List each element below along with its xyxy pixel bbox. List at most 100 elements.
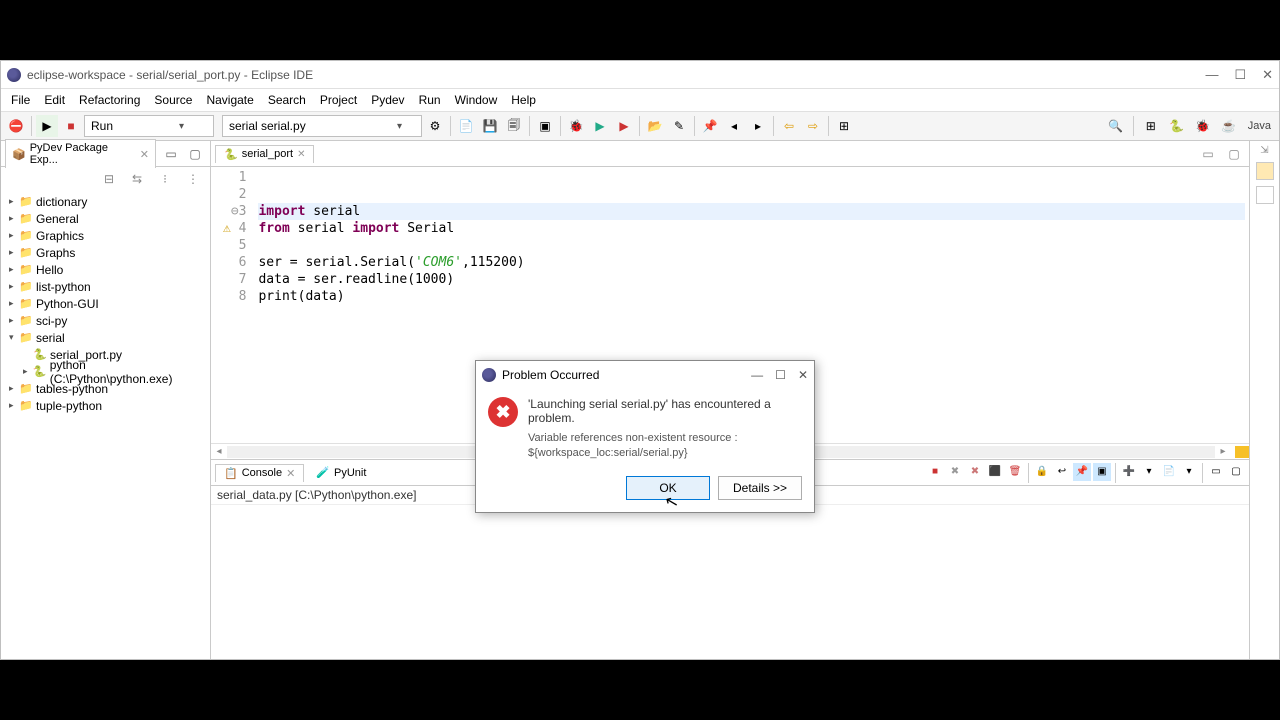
- close-icon[interactable]: ✕: [286, 467, 295, 480]
- terminal-button[interactable]: ▣: [534, 115, 556, 137]
- dialog-titlebar: Problem Occurred — ☐ ✕: [476, 361, 814, 389]
- package-explorer-tab[interactable]: 📦 PyDev Package Exp... ✕: [5, 139, 156, 168]
- perspective-label: Java: [1244, 120, 1275, 132]
- coverage-button[interactable]: ▶: [613, 115, 635, 137]
- tasks-view-button[interactable]: [1256, 186, 1274, 204]
- menu-run[interactable]: Run: [413, 91, 447, 109]
- link-editor-button[interactable]: ⇆: [126, 168, 148, 190]
- forward-button[interactable]: ⇨: [802, 115, 824, 137]
- stop-button[interactable]: ■: [60, 115, 82, 137]
- edit-button[interactable]: ✎: [668, 115, 690, 137]
- console-dropdown-button[interactable]: ▾: [1180, 463, 1198, 481]
- package-explorer-tab-bar: 📦 PyDev Package Exp... ✕ ▭ ▢: [1, 141, 210, 167]
- outline-view-button[interactable]: [1256, 162, 1274, 180]
- minimize-console-button[interactable]: ▭: [1207, 463, 1225, 481]
- terminate-all-button[interactable]: ⬛: [986, 463, 1004, 481]
- tree-folder[interactable]: ▸📁Graphics: [1, 227, 210, 244]
- tree-folder[interactable]: ▸🐍python (C:\Python\python.exe): [1, 363, 210, 380]
- tree-folder[interactable]: ▸📁Python-GUI: [1, 295, 210, 312]
- menu-edit[interactable]: Edit: [38, 91, 71, 109]
- close-icon[interactable]: ✕: [140, 148, 149, 161]
- tree-folder[interactable]: ▸📁list-python: [1, 278, 210, 295]
- console-output[interactable]: [211, 505, 1249, 659]
- perspective-debug-button[interactable]: 🐞: [1192, 115, 1214, 137]
- close-icon[interactable]: ✕: [297, 149, 305, 160]
- open-console-button[interactable]: ➕: [1120, 463, 1138, 481]
- debug-button[interactable]: 🐞: [565, 115, 587, 137]
- terminate-button[interactable]: ■: [926, 463, 944, 481]
- minimize-button[interactable]: —: [1205, 67, 1218, 83]
- perspective-button[interactable]: ⊞: [833, 115, 855, 137]
- menu-source[interactable]: Source: [148, 91, 198, 109]
- tree-folder[interactable]: ▸📁Graphs: [1, 244, 210, 261]
- maximize-view-button[interactable]: ▢: [184, 143, 206, 165]
- minimize-view-button[interactable]: ▭: [160, 143, 182, 165]
- gear-icon[interactable]: ⚙: [424, 115, 446, 137]
- tree-folder[interactable]: ▸📁tuple-python: [1, 397, 210, 414]
- view-menu-button[interactable]: ⋮: [182, 168, 204, 190]
- pin-button[interactable]: 📌: [699, 115, 721, 137]
- word-wrap-button[interactable]: ↩: [1053, 463, 1071, 481]
- scroll-left-icon[interactable]: ◂: [211, 446, 227, 457]
- dialog-minimize-button[interactable]: —: [751, 368, 763, 382]
- display-button[interactable]: ▣: [1093, 463, 1111, 481]
- skip-breakpoints-button[interactable]: ⛔: [5, 115, 27, 137]
- remove-all-button[interactable]: ✖: [966, 463, 984, 481]
- editor-tab-serial-port[interactable]: 🐍 serial_port ✕: [215, 145, 314, 163]
- search-icon[interactable]: 🔍: [1105, 115, 1127, 137]
- perspective-java-button[interactable]: ☕: [1218, 115, 1240, 137]
- menu-project[interactable]: Project: [314, 91, 363, 109]
- console-icon: 📋: [224, 467, 238, 480]
- menu-search[interactable]: Search: [262, 91, 312, 109]
- back-button[interactable]: ⇦: [778, 115, 800, 137]
- open-perspective-button[interactable]: ⊞: [1140, 115, 1162, 137]
- restore-icon[interactable]: ⇲: [1260, 145, 1268, 156]
- new-button[interactable]: 📄: [455, 115, 477, 137]
- close-button[interactable]: ✕: [1262, 67, 1273, 83]
- tree-folder[interactable]: ▸📁dictionary: [1, 193, 210, 210]
- problem-dialog: Problem Occurred — ☐ ✕ ✖ 'Launching seri…: [475, 360, 815, 513]
- menu-refactoring[interactable]: Refactoring: [73, 91, 146, 109]
- launch-config-dropdown[interactable]: serial serial.py ▾: [222, 115, 422, 137]
- run-menu-button[interactable]: ▶: [589, 115, 611, 137]
- tree-folder[interactable]: ▾📁serial: [1, 329, 210, 346]
- maximize-button[interactable]: ☐: [1234, 67, 1246, 83]
- menu-help[interactable]: Help: [505, 91, 542, 109]
- scroll-lock-button[interactable]: 🔒: [1033, 463, 1051, 481]
- project-tree[interactable]: ▸📁dictionary▸📁General▸📁Graphics▸📁Graphs▸…: [1, 191, 210, 659]
- tree-folder[interactable]: ▸📁sci-py: [1, 312, 210, 329]
- new-console-button[interactable]: 📄: [1160, 463, 1178, 481]
- menu-file[interactable]: File: [5, 91, 36, 109]
- maximize-editor-button[interactable]: ▢: [1223, 143, 1245, 165]
- open-folder-button[interactable]: 📂: [644, 115, 666, 137]
- minimize-editor-button[interactable]: ▭: [1197, 143, 1219, 165]
- save-button[interactable]: 💾: [479, 115, 501, 137]
- pyunit-tab[interactable]: 🧪 PyUnit: [308, 464, 374, 481]
- tree-folder[interactable]: ▸📁Hello: [1, 261, 210, 278]
- package-icon: 📦: [12, 148, 26, 161]
- details-button[interactable]: Details >>: [718, 476, 802, 500]
- run-button[interactable]: ▶: [36, 115, 58, 137]
- pin-console-button[interactable]: 📌: [1073, 463, 1091, 481]
- console-tab[interactable]: 📋 Console ✕: [215, 464, 304, 482]
- next-edit-button[interactable]: ▸: [747, 115, 769, 137]
- prev-edit-button[interactable]: ◂: [723, 115, 745, 137]
- clear-console-button[interactable]: 🗑: [1006, 463, 1024, 481]
- maximize-console-button[interactable]: ▢: [1227, 463, 1245, 481]
- menu-pydev[interactable]: Pydev: [365, 91, 410, 109]
- run-mode-dropdown[interactable]: Run ▾: [84, 115, 214, 137]
- menu-navigate[interactable]: Navigate: [200, 91, 259, 109]
- dialog-title: Problem Occurred: [502, 368, 599, 382]
- tree-folder[interactable]: ▸📁General: [1, 210, 210, 227]
- collapse-all-button[interactable]: ⊟: [98, 168, 120, 190]
- menu-window[interactable]: Window: [449, 91, 504, 109]
- ok-button[interactable]: OK: [626, 476, 710, 500]
- scroll-right-icon[interactable]: ▸: [1215, 446, 1231, 457]
- console-menu-button[interactable]: ▾: [1140, 463, 1158, 481]
- perspective-pydev-button[interactable]: 🐍: [1166, 115, 1188, 137]
- filter-button[interactable]: ⁝: [154, 168, 176, 190]
- dialog-maximize-button[interactable]: ☐: [775, 368, 786, 382]
- dialog-close-button[interactable]: ✕: [798, 368, 808, 382]
- save-all-button[interactable]: 🗐: [503, 115, 525, 137]
- remove-terminated-button[interactable]: ✖: [946, 463, 964, 481]
